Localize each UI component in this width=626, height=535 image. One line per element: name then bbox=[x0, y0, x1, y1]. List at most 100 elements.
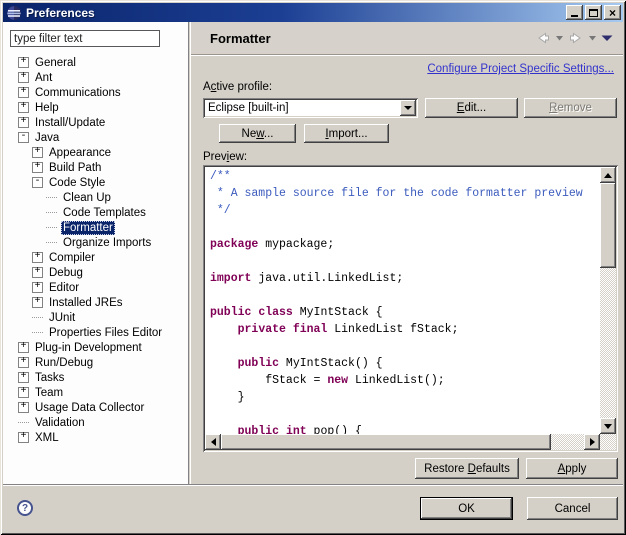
expand-icon[interactable]: + bbox=[32, 282, 43, 293]
tree-item-label[interactable]: Validation bbox=[33, 416, 87, 430]
tree-item-label[interactable]: Formatter bbox=[61, 221, 115, 235]
horizontal-scrollbar[interactable] bbox=[205, 434, 600, 450]
tree-item-communications[interactable]: + Communications bbox=[3, 85, 188, 100]
tree-item-organize-imports[interactable]: Organize Imports bbox=[3, 235, 188, 250]
new-button[interactable]: New... bbox=[219, 124, 296, 143]
tree-item-help[interactable]: + Help bbox=[3, 100, 188, 115]
expand-icon[interactable]: + bbox=[18, 87, 29, 98]
tree-item-team[interactable]: + Team bbox=[3, 385, 188, 400]
cancel-button[interactable]: Cancel bbox=[527, 497, 618, 520]
expand-icon[interactable]: + bbox=[18, 57, 29, 68]
tree-item-xml[interactable]: + XML bbox=[3, 430, 188, 445]
tree-item-label[interactable]: Ant bbox=[33, 71, 54, 85]
expand-icon[interactable]: + bbox=[32, 252, 43, 263]
tree-item-code-templates[interactable]: Code Templates bbox=[3, 205, 188, 220]
tree-item-label[interactable]: Clean Up bbox=[61, 191, 113, 205]
tree-item-label[interactable]: Code Templates bbox=[61, 206, 148, 220]
expand-icon[interactable]: + bbox=[18, 357, 29, 368]
tree-item-label[interactable]: General bbox=[33, 56, 78, 70]
scroll-right-button[interactable] bbox=[584, 434, 600, 450]
close-button[interactable]: × bbox=[604, 5, 621, 20]
tree-item-label[interactable]: Editor bbox=[47, 281, 81, 295]
expand-icon[interactable]: + bbox=[32, 297, 43, 308]
vertical-scroll-thumb[interactable] bbox=[600, 183, 616, 268]
tree-item-label[interactable]: Code Style bbox=[47, 176, 107, 190]
ok-button[interactable]: OK bbox=[420, 497, 513, 520]
expand-icon[interactable]: + bbox=[18, 342, 29, 353]
back-history-dropdown[interactable] bbox=[556, 36, 563, 41]
tree-item-label[interactable]: Install/Update bbox=[33, 116, 107, 130]
tree-item-junit[interactable]: JUnit bbox=[3, 310, 188, 325]
tree-item-tasks[interactable]: + Tasks bbox=[3, 370, 188, 385]
remove-button[interactable]: Remove bbox=[524, 98, 617, 118]
tree-item-installed-jres[interactable]: + Installed JREs bbox=[3, 295, 188, 310]
tree-item-label[interactable]: Java bbox=[33, 131, 61, 145]
tree-item-label[interactable]: Properties Files Editor bbox=[47, 326, 164, 340]
tree-item-editor[interactable]: + Editor bbox=[3, 280, 188, 295]
restore-defaults-button[interactable]: Restore Defaults bbox=[415, 458, 519, 479]
tree-item-label[interactable]: Installed JREs bbox=[47, 296, 125, 310]
tree-item-label[interactable]: Help bbox=[33, 101, 61, 115]
scroll-left-button[interactable] bbox=[205, 434, 221, 450]
apply-button[interactable]: Apply bbox=[526, 458, 618, 479]
profile-dropdown-button[interactable] bbox=[400, 100, 416, 116]
tree-item-label[interactable]: Usage Data Collector bbox=[33, 401, 146, 415]
expand-icon[interactable]: + bbox=[18, 387, 29, 398]
tree-item-general[interactable]: + General bbox=[3, 55, 188, 70]
tree-item-properties-files-editor[interactable]: Properties Files Editor bbox=[3, 325, 188, 340]
vertical-scrollbar[interactable] bbox=[600, 167, 616, 434]
tree-item-label[interactable]: XML bbox=[33, 431, 61, 445]
tree-item-ant[interactable]: + Ant bbox=[3, 70, 188, 85]
collapse-icon[interactable]: - bbox=[18, 132, 29, 143]
tree-item-clean-up[interactable]: Clean Up bbox=[3, 190, 188, 205]
tree-item-install-update[interactable]: + Install/Update bbox=[3, 115, 188, 130]
import-button[interactable]: Import... bbox=[304, 124, 389, 143]
expand-icon[interactable]: + bbox=[32, 267, 43, 278]
tree-item-label[interactable]: Plug-in Development bbox=[33, 341, 144, 355]
tree-item-label[interactable]: Build Path bbox=[47, 161, 103, 175]
expand-icon[interactable]: + bbox=[18, 402, 29, 413]
forward-history-dropdown[interactable] bbox=[589, 36, 596, 41]
tree-item-usage-data-collector[interactable]: + Usage Data Collector bbox=[3, 400, 188, 415]
tree-item-label[interactable]: Debug bbox=[47, 266, 85, 280]
tree-item-debug[interactable]: + Debug bbox=[3, 265, 188, 280]
view-menu-button[interactable] bbox=[601, 35, 613, 42]
tree-item-formatter[interactable]: Formatter bbox=[3, 220, 188, 235]
tree-item-label[interactable]: Appearance bbox=[47, 146, 113, 160]
tree-item-label[interactable]: Compiler bbox=[47, 251, 97, 265]
tree-item-run-debug[interactable]: +Run/Debug bbox=[3, 355, 188, 370]
scroll-down-button[interactable] bbox=[600, 418, 616, 434]
horizontal-scroll-thumb[interactable] bbox=[221, 434, 551, 450]
edit-button[interactable]: Edit... bbox=[425, 98, 518, 118]
expand-icon[interactable]: + bbox=[18, 102, 29, 113]
maximize-button[interactable] bbox=[585, 5, 602, 20]
tree-item-validation[interactable]: Validation bbox=[3, 415, 188, 430]
tree-item-code-style[interactable]: -Code Style bbox=[3, 175, 188, 190]
tree-item-build-path[interactable]: + Build Path bbox=[3, 160, 188, 175]
tree-item-label[interactable]: Tasks bbox=[33, 371, 66, 385]
tree-item-compiler[interactable]: + Compiler bbox=[3, 250, 188, 265]
expand-icon[interactable]: + bbox=[18, 432, 29, 443]
tree-item-java[interactable]: -Java bbox=[3, 130, 188, 145]
tree-item-label[interactable]: Team bbox=[33, 386, 65, 400]
collapse-icon[interactable]: - bbox=[32, 177, 43, 188]
expand-icon[interactable]: + bbox=[32, 147, 43, 158]
expand-icon[interactable]: + bbox=[18, 372, 29, 383]
tree-item-label[interactable]: Organize Imports bbox=[61, 236, 153, 250]
tree-item-label[interactable]: JUnit bbox=[47, 311, 77, 325]
tree-item-plug-in-development[interactable]: + Plug-in Development bbox=[3, 340, 188, 355]
tree-item-appearance[interactable]: + Appearance bbox=[3, 145, 188, 160]
filter-input[interactable] bbox=[10, 30, 160, 47]
expand-icon[interactable]: + bbox=[18, 72, 29, 83]
back-button[interactable] bbox=[535, 31, 551, 45]
titlebar[interactable]: Preferences × bbox=[3, 3, 623, 22]
forward-button[interactable] bbox=[568, 31, 584, 45]
profile-select[interactable]: Eclipse [built-in] bbox=[203, 98, 418, 118]
configure-project-settings-link[interactable]: Configure Project Specific Settings... bbox=[427, 63, 614, 75]
help-button[interactable]: ? bbox=[17, 500, 33, 516]
minimize-button[interactable] bbox=[566, 5, 583, 20]
tree-item-label[interactable]: Communications bbox=[33, 86, 123, 100]
expand-icon[interactable]: + bbox=[32, 162, 43, 173]
scroll-up-button[interactable] bbox=[600, 167, 616, 183]
expand-icon[interactable]: + bbox=[18, 117, 29, 128]
